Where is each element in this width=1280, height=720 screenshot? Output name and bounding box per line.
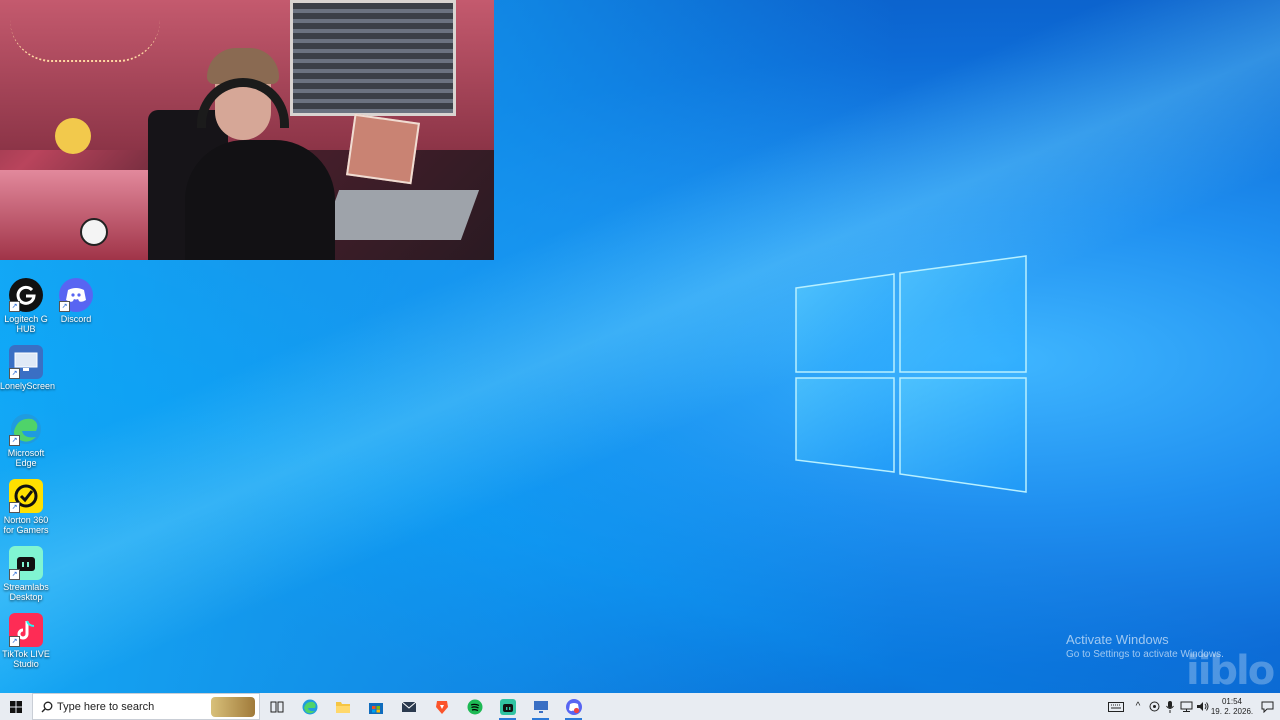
taskbar-spotify[interactable]: [458, 693, 491, 720]
webcam-window-blinds: [290, 0, 456, 116]
show-hidden-icons-button[interactable]: ^: [1130, 693, 1146, 720]
search-icon: [41, 701, 53, 712]
taskbar-file-explorer[interactable]: [326, 693, 359, 720]
desktop-icon-label: Microsoft Edge: [7, 448, 45, 468]
taskbar-microsoft-store[interactable]: [359, 693, 392, 720]
webcam-plush: [55, 118, 91, 154]
taskbar-remote-desktop[interactable]: [524, 693, 557, 720]
desktop-icon-label: Discord: [60, 314, 92, 324]
microphone-button[interactable]: [1162, 693, 1178, 720]
clock-date: 19. 2. 2026.: [1210, 706, 1254, 716]
desktop-icon-discord[interactable]: ↗ Discord: [50, 274, 102, 324]
webcam-soccer-ball: [80, 218, 108, 246]
desktop-icon-label: Logitech G HUB: [4, 314, 48, 334]
webcam-person-body: [185, 140, 335, 260]
windows-logo-wallpaper: [795, 255, 1027, 493]
stream-watermark-logo: iiblo: [1186, 648, 1275, 694]
start-button[interactable]: [0, 693, 32, 720]
task-view-button[interactable]: [260, 693, 293, 720]
network-icon: [1180, 701, 1192, 712]
notification-icon: [1261, 701, 1273, 713]
desktop-icon-streamlabs[interactable]: ↗ Streamlabs Desktop: [0, 542, 52, 602]
system-tray: ^ 01:54 19. 2. 2026.: [1102, 693, 1280, 720]
tiktok-icon: ↗: [9, 613, 43, 647]
keyboard-layout-button[interactable]: [1102, 693, 1130, 720]
task-view-icon: [270, 701, 283, 712]
norton-icon: ↗: [9, 479, 43, 513]
streamlabs-icon: [499, 698, 516, 715]
taskbar-brave[interactable]: [425, 693, 458, 720]
webcam-fairy-lights: [10, 20, 160, 62]
streamlabs-icon: ↗: [9, 546, 43, 580]
webcam-overlay: [0, 0, 494, 260]
file-explorer-icon: [335, 701, 350, 713]
edge-icon: ↗: [9, 412, 43, 446]
taskbar-clock[interactable]: 01:54 19. 2. 2026.: [1210, 697, 1254, 717]
desktop-icon-label: LonelyScreen: [0, 381, 56, 391]
spotify-icon: [467, 699, 482, 714]
taskbar-mail[interactable]: [392, 693, 425, 720]
keyboard-icon: [1108, 701, 1124, 712]
microphone-icon: [1166, 700, 1174, 713]
search-highlight-image: [211, 697, 255, 717]
speaker-icon: [1196, 702, 1208, 711]
activate-title: Activate Windows: [1066, 632, 1169, 647]
chevron-up-icon: ^: [1135, 701, 1141, 712]
tray-app-button[interactable]: [1146, 693, 1162, 720]
brave-icon: [435, 700, 448, 714]
discord-icon: ↗: [59, 278, 93, 312]
desktop-icon-norton[interactable]: ↗ Norton 360 for Gamers: [0, 475, 52, 535]
edge-icon: [302, 699, 317, 714]
store-icon: [368, 702, 383, 714]
desktop-icon-label: TikTok LIVE Studio: [2, 649, 50, 669]
monitor-icon: ↗: [9, 345, 43, 379]
mail-icon: [401, 701, 416, 712]
taskbar-edge[interactable]: [293, 693, 326, 720]
volume-button[interactable]: [1194, 693, 1210, 720]
network-button[interactable]: [1178, 693, 1194, 720]
taskbar: Type here to search ^ 01:54 19. 2. 2026.: [0, 693, 1280, 720]
tray-app-icon: [1149, 701, 1159, 712]
discord-icon: [565, 698, 582, 715]
remote-desktop-icon: [533, 700, 548, 713]
search-placeholder: Type here to search: [57, 700, 155, 713]
action-center-button[interactable]: [1254, 693, 1280, 720]
desktop-icon-label: Streamlabs Desktop: [3, 582, 49, 602]
webcam-poster: [346, 113, 420, 185]
clock-time: 01:54: [1221, 696, 1243, 706]
desktop-icon-label: Norton 360 for Gamers: [3, 515, 49, 535]
desktop-icon-lonelyscreen[interactable]: ↗ LonelyScreen: [0, 341, 56, 391]
windows-start-icon: [10, 700, 22, 713]
desktop-icon-tiktok-live[interactable]: ↗ TikTok LIVE Studio: [0, 609, 52, 669]
logitech-icon: ↗: [9, 278, 43, 312]
taskbar-discord[interactable]: [557, 693, 590, 720]
taskbar-streamlabs[interactable]: [491, 693, 524, 720]
webcam-keyboard: [320, 190, 480, 240]
taskbar-search-box[interactable]: Type here to search: [32, 693, 260, 720]
desktop-icon-microsoft-edge[interactable]: ↗ Microsoft Edge: [0, 408, 52, 468]
desktop-icon-logitech-g-hub[interactable]: ↗ Logitech G HUB: [0, 274, 52, 334]
